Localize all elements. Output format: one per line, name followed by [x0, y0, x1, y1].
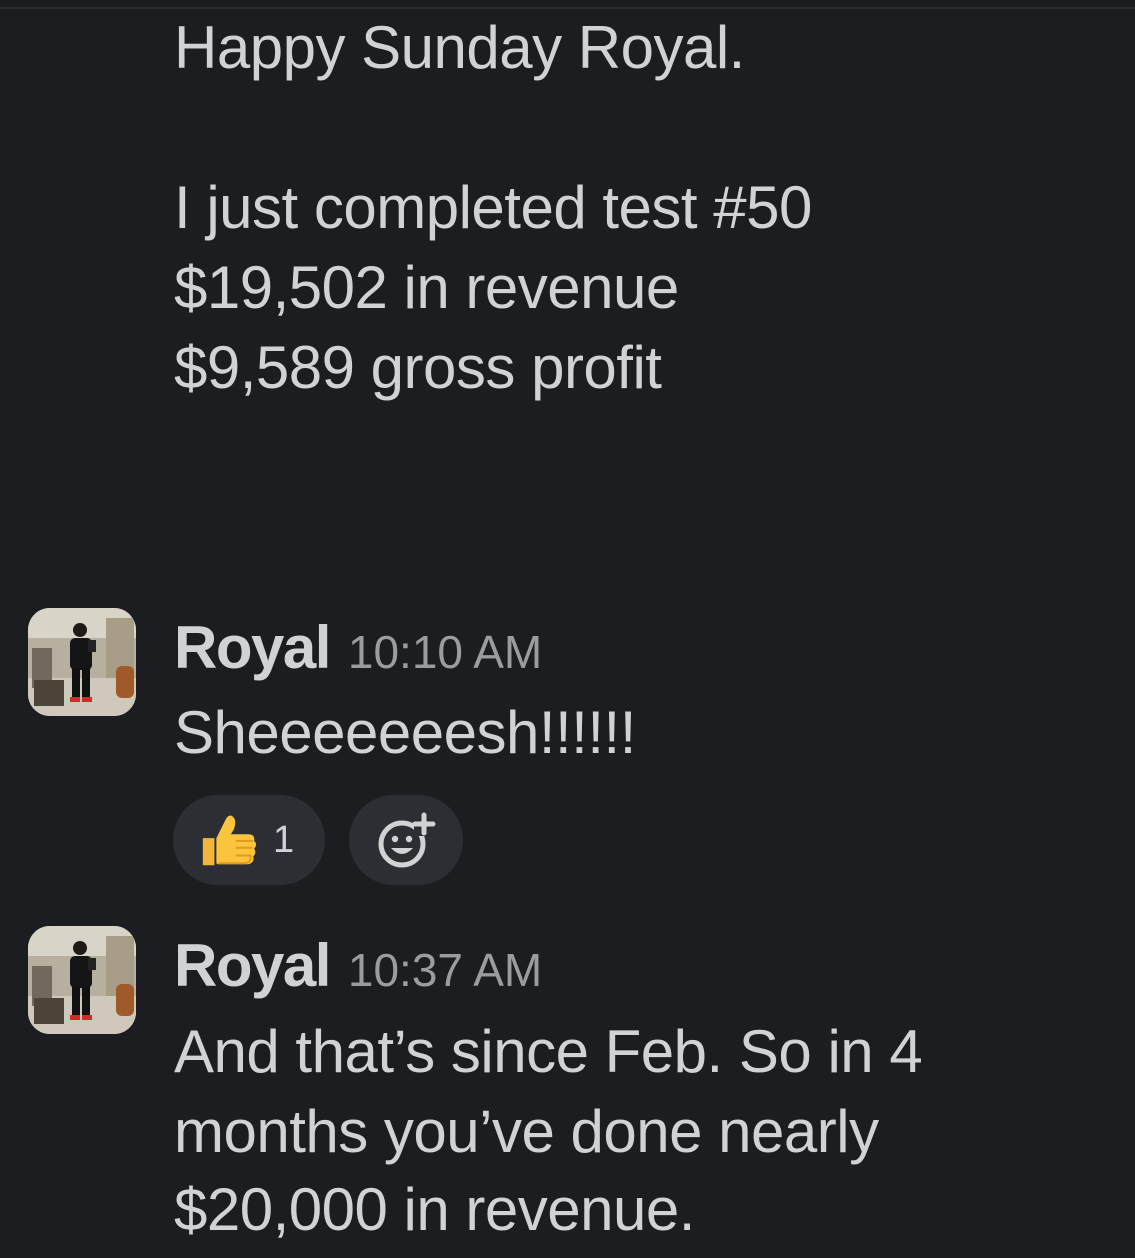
message-text-line: $9,589 gross profit — [174, 334, 662, 401]
avatar[interactable] — [28, 926, 136, 1034]
message-text-line: And that’s since Feb. So in 4 — [174, 1018, 923, 1085]
message-text-line: I just completed test #50 — [174, 174, 812, 241]
avatar[interactable] — [28, 608, 136, 716]
sender-name[interactable]: Royal — [174, 608, 331, 688]
message-header: Royal 10:37 AM — [174, 926, 542, 1006]
message-text-line: $19,502 in revenue — [174, 254, 679, 321]
sender-name[interactable]: Royal — [174, 926, 331, 1006]
add-emoji-icon — [378, 812, 436, 868]
message-text-line: $20,000 in revenue. — [174, 1176, 695, 1243]
avatar-photo — [28, 926, 136, 1034]
add-reaction-button[interactable] — [349, 795, 463, 885]
avatar-photo — [28, 608, 136, 716]
message-text-line: Happy Sunday Royal. — [174, 14, 745, 81]
reaction-count: 1 — [273, 818, 295, 861]
reaction-thumbs-up[interactable]: 1 — [173, 795, 325, 885]
message-timestamp[interactable]: 10:37 AM — [348, 930, 542, 1010]
thumbs-up-icon — [202, 815, 257, 866]
message-timestamp[interactable]: 10:10 AM — [348, 612, 542, 692]
message-text: Sheeeeeeesh!!!!!! — [174, 699, 636, 766]
message-header: Royal 10:10 AM — [174, 608, 542, 688]
message-text-line: months you’ve done nearly — [174, 1098, 879, 1165]
